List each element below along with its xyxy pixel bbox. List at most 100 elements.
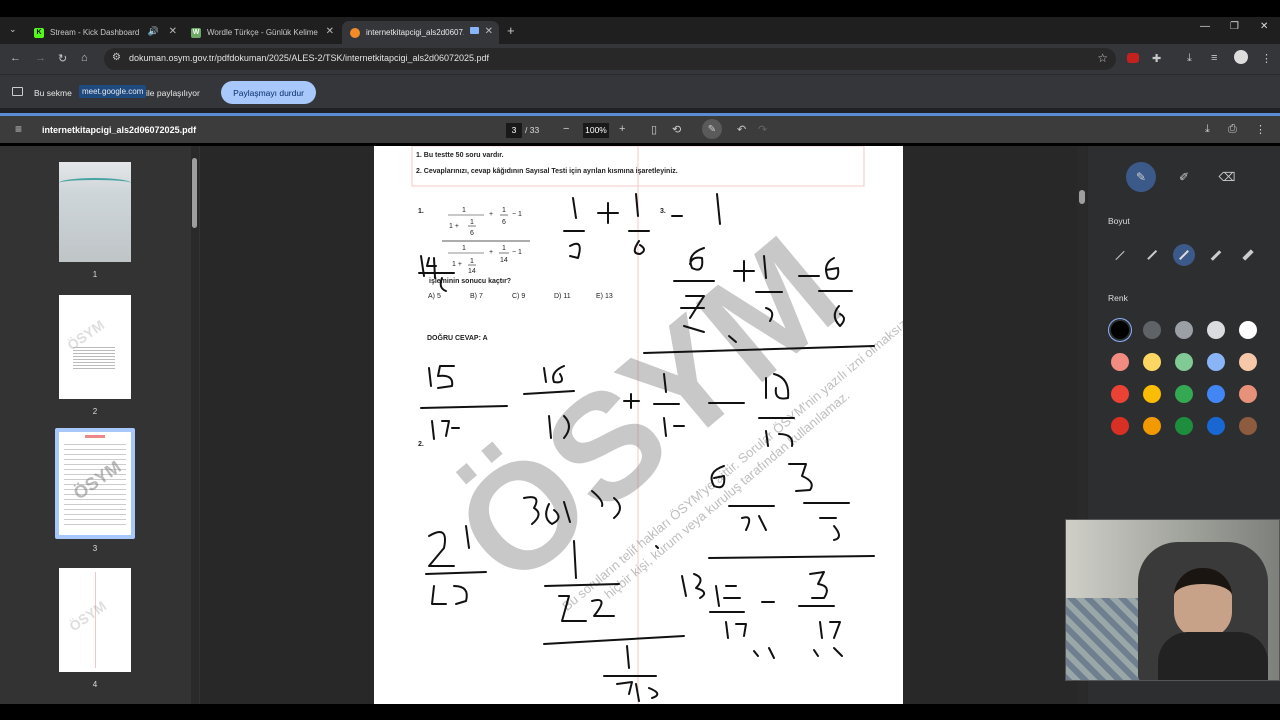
color-swatch[interactable]	[1143, 385, 1161, 403]
svg-text:− 1: − 1	[512, 249, 522, 256]
color-swatch[interactable]	[1111, 353, 1129, 371]
close-tab-icon[interactable]: ✕	[169, 26, 177, 37]
top-black-margin	[0, 0, 1280, 17]
window-close-icon[interactable]: ✕	[1260, 21, 1268, 32]
color-swatch[interactable]	[1111, 417, 1129, 435]
color-swatch[interactable]	[1175, 385, 1193, 403]
webcam-person-head	[1174, 568, 1232, 638]
share-suffix: ile paylaşılıyor	[146, 88, 200, 98]
zoom-out-icon[interactable]: −	[563, 123, 569, 135]
scroll-thumb[interactable]	[192, 158, 197, 228]
tab-kick[interactable]: K Stream - Kick Dashboard 🔊 ✕	[26, 21, 183, 44]
color-swatch[interactable]	[1239, 417, 1257, 435]
instruction-1: 1. Bu testte 50 soru vardır.	[416, 152, 504, 159]
size-option-4[interactable]	[1205, 244, 1227, 266]
osym-icon	[350, 27, 360, 38]
color-swatch[interactable]	[1111, 385, 1129, 403]
tab-title: internetkitapcigi_als2d0607...	[366, 28, 464, 37]
color-swatch[interactable]	[1175, 417, 1193, 435]
correct-answer: DOĞRU CEVAP: A	[427, 333, 488, 342]
thumbnail-page-2[interactable]: ÖSYM	[59, 295, 131, 399]
thumbnail-page-3[interactable]: ÖSYM	[59, 432, 131, 535]
color-swatch[interactable]	[1207, 321, 1225, 339]
forward-icon[interactable]: →	[35, 52, 46, 64]
tab-title: Stream - Kick Dashboard	[50, 28, 140, 37]
text-lines	[73, 347, 115, 371]
download-icon[interactable]: ⤓	[1187, 52, 1192, 65]
sidebar-scrollbar[interactable]	[191, 146, 199, 704]
home-icon[interactable]: ⌂	[81, 52, 88, 64]
wordle-icon: W	[191, 27, 201, 38]
option-c: C) 9	[512, 293, 525, 300]
webcam-person-body	[1158, 632, 1268, 680]
eraser-tool-icon[interactable]: ⌫	[1212, 162, 1242, 192]
extensions-icon[interactable]: ✚	[1152, 52, 1161, 65]
close-tab-icon[interactable]: ✕	[326, 26, 334, 37]
color-swatch[interactable]	[1111, 321, 1129, 339]
size-option-3[interactable]	[1173, 244, 1195, 266]
color-swatch[interactable]	[1175, 321, 1193, 339]
zoom-in-icon[interactable]: +	[619, 123, 625, 135]
annotate-icon[interactable]: ✎	[702, 119, 722, 139]
close-tab-icon[interactable]: ✕	[485, 26, 493, 37]
speaker-icon[interactable]: 🔊	[148, 26, 159, 37]
scroll-thumb[interactable]	[1079, 190, 1085, 204]
pdf-filename: internetkitapcigi_als2d06072025.pdf	[42, 125, 197, 135]
screen-share-icon	[470, 27, 479, 34]
size-stroke	[1242, 249, 1254, 261]
tab-wordle[interactable]: W Wordle Türkçe - Günlük Kelime ✕	[183, 21, 340, 44]
new-tab-icon[interactable]: +	[507, 23, 515, 38]
stop-sharing-button[interactable]: Paylaşmayı durdur	[221, 81, 316, 104]
maximize-icon[interactable]: ❐	[1230, 21, 1239, 32]
bookmark-star-icon[interactable]: ☆	[1097, 51, 1108, 65]
color-swatch[interactable]	[1207, 417, 1225, 435]
thumbnail-page-4[interactable]: ÖSYM	[59, 568, 131, 672]
reload-icon[interactable]: ↻	[58, 52, 67, 65]
color-swatch[interactable]	[1207, 385, 1225, 403]
share-prefix: Bu sekme	[34, 88, 72, 98]
zoom-input[interactable]: 100%	[583, 123, 609, 138]
page-number-input[interactable]: 3	[506, 123, 522, 138]
sidebar-menu-icon[interactable]: ≡	[15, 122, 22, 136]
minimize-icon[interactable]: —	[1200, 21, 1210, 32]
pdf-page[interactable]: 1. Bu testte 50 soru vardır. 2. Cevaplar…	[374, 146, 903, 704]
media-control-icon[interactable]: ≡	[1211, 52, 1217, 64]
color-swatch[interactable]	[1175, 353, 1193, 371]
cover-wave	[59, 178, 131, 188]
color-swatch[interactable]	[1239, 353, 1257, 371]
profile-avatar-icon[interactable]	[1234, 50, 1248, 64]
menu-icon[interactable]: ⋮	[1261, 52, 1272, 65]
highlighter-tool-icon[interactable]: ✐	[1169, 162, 1199, 192]
redo-icon[interactable]: ↷	[758, 123, 767, 136]
more-options-icon[interactable]: ⋮	[1255, 123, 1266, 136]
color-swatch[interactable]	[1143, 353, 1161, 371]
watermark: ÖSYM Bu soruların telif hakları ÖSYM'ye …	[424, 204, 903, 617]
pdf-viewer[interactable]: 1. Bu testte 50 soru vardır. 2. Cevaplar…	[200, 146, 1088, 704]
color-swatch[interactable]	[1207, 353, 1225, 371]
print-icon[interactable]: ⎙	[1228, 123, 1237, 136]
fit-page-icon[interactable]: ▯	[651, 123, 657, 136]
tab-strip: ⌄ K Stream - Kick Dashboard 🔊 ✕ W Wordle…	[0, 17, 1280, 44]
color-swatch[interactable]	[1143, 417, 1161, 435]
size-option-5[interactable]	[1237, 244, 1259, 266]
color-swatch[interactable]	[1239, 385, 1257, 403]
pen-tool-icon[interactable]: ✎	[1126, 162, 1156, 192]
undo-icon[interactable]: ↶	[737, 123, 746, 136]
color-swatch[interactable]	[1143, 321, 1161, 339]
rotate-icon[interactable]: ⟲	[672, 123, 681, 136]
size-option-2[interactable]	[1141, 244, 1163, 266]
svg-text:1: 1	[462, 245, 466, 252]
size-option-1[interactable]	[1109, 244, 1131, 266]
tab-search-icon[interactable]: ⌄	[9, 24, 17, 35]
back-icon[interactable]: ←	[10, 52, 21, 64]
extension-red-icon[interactable]	[1127, 53, 1139, 63]
color-swatch[interactable]	[1239, 321, 1257, 339]
address-input[interactable]: ⚙ dokuman.osym.gov.tr/pdfdokuman/2025/AL…	[104, 48, 1116, 70]
svg-text:1 +: 1 +	[449, 223, 459, 230]
thumbnail-page-1[interactable]	[59, 162, 131, 262]
tab-pdf[interactable]: internetkitapcigi_als2d0607... ✕	[342, 21, 499, 44]
size-label: Boyut	[1108, 216, 1130, 226]
download-pdf-icon[interactable]: ⤓	[1205, 123, 1210, 136]
thumbnail-label: 1	[92, 270, 98, 279]
site-info-icon[interactable]: ⚙	[112, 52, 121, 63]
